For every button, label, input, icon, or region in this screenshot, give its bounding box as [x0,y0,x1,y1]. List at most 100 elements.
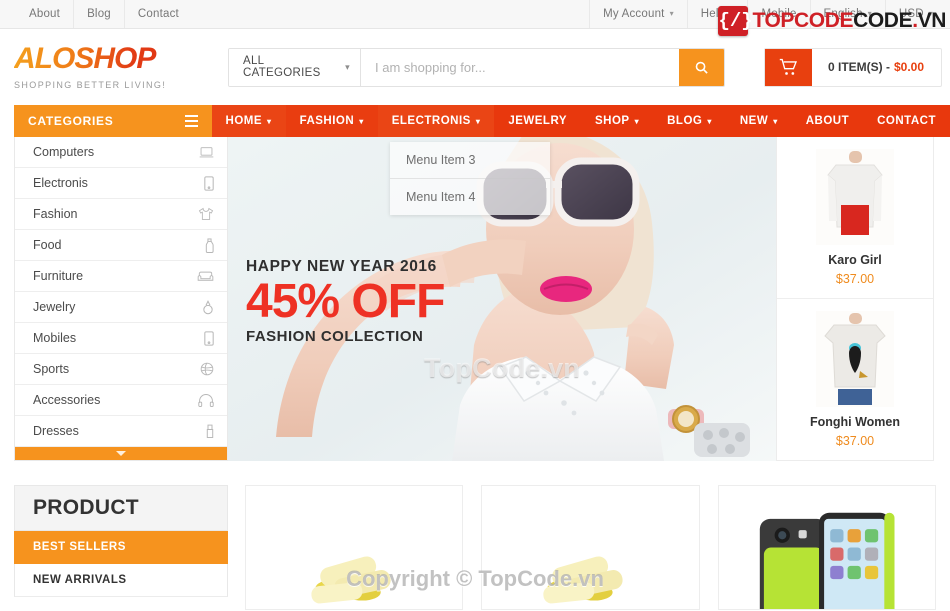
sidebar-item-mobiles-label: Mobiles [33,331,77,345]
topcode-watermark-vn: CODE [853,9,913,32]
mobile-icon [204,175,214,191]
product-image-karo-girl [816,149,894,245]
topcode-watermark-text: TOPCODECODE.VN [752,9,946,33]
featured-products-sidebar: Karo Girl $37.00 Fonghi Women $37.00 [776,137,934,461]
nav-item-jewelry-label: JEWELRY [508,115,568,127]
search-bar: ALL CATEGORIES ▾ [228,47,725,87]
tab-new-arrivals[interactable]: NEW ARRIVALS [14,564,228,597]
shopping-cart-icon [779,58,798,75]
sidebar-item-sports-label: Sports [33,362,70,376]
tshirt-icon [198,207,214,221]
nav-item-home-label: HOME [225,115,263,127]
karo-girl-thumbnail [816,149,894,245]
nav-item-contact-label: CONTACT [877,115,936,127]
main-navigation: HOME ▾ FASHION ▾ ELECTRONIS ▾ JEWELRY SH… [211,105,950,137]
cart-label: 0 ITEM(S) - $0.00 [812,49,941,86]
topbar-link-blog-label: Blog [87,8,111,20]
sidebar-item-mobiles[interactable]: Mobiles [15,323,227,354]
nav-item-shop-label: SHOP [595,115,630,127]
nav-item-blog-label: BLOG [667,115,703,127]
product-card[interactable] [245,485,464,610]
chevron-down-icon: ▾ [345,61,350,72]
topbar-link-about[interactable]: About [16,0,73,28]
nav-item-about-label: ABOUT [805,115,850,127]
dropdown-menu-item-3[interactable]: Menu Item 3 [390,142,550,179]
sidebar-item-fashion[interactable]: Fashion [15,199,227,230]
sidebar-item-food-label: Food [33,238,62,252]
search-icon [695,61,708,74]
hero-headline-top: HAPPY NEW YEAR 2016 [246,258,437,275]
logo-text: ALOSHOP [14,44,228,74]
nav-item-shop[interactable]: SHOP ▾ [581,105,653,137]
featured-product-card[interactable]: Karo Girl $37.00 [777,137,933,299]
hero-discount: 45% OFF [246,275,445,328]
sidebar-item-jewelry-label: Jewelry [33,300,76,314]
chevron-down-icon: ▾ [773,116,778,126]
product-image-yellow-tubes [246,486,463,609]
topcode-badge-icon: {/} [718,6,753,36]
tab-best-sellers[interactable]: BEST SELLERS [14,531,228,564]
topbar-link-my-account[interactable]: My Account ▾ [589,0,687,28]
nav-item-fashion[interactable]: FASHION ▾ [285,105,378,137]
cart-widget[interactable]: 0 ITEM(S) - $0.00 [764,47,943,87]
nav-item-fashion-label: FASHION [299,115,355,127]
sidebar-show-more-button[interactable] [15,447,227,460]
product-grid [245,485,936,610]
sidebar-item-electronis[interactable]: Electronis [15,168,227,199]
top-bar: About Blog Contact My Account ▾ Help ▾ M… [0,0,950,36]
topbar-link-contact[interactable]: Contact [123,0,192,28]
product-card[interactable] [481,485,700,610]
nav-item-blog[interactable]: BLOG ▾ [653,105,726,137]
nav-item-contact[interactable]: CONTACT [863,105,950,137]
chevron-down-icon: ▾ [707,116,712,126]
hero-banner[interactable]: Menu Item 3 Menu Item 4 HAPPY NEW YEAR 2… [228,137,776,461]
featured-product-card[interactable]: Fonghi Women $37.00 [777,299,933,460]
search-button[interactable] [679,48,724,86]
chevron-down-icon: ▾ [634,116,640,126]
hero-text-block: HAPPY NEW YEAR 2016 45% OFF FASHION COLL… [246,258,445,345]
cart-icon-button[interactable] [765,48,812,86]
sidebar-item-dresses[interactable]: Dresses [15,416,227,447]
product-section-sidebar: PRODUCT BEST SELLERS NEW ARRIVALS [14,485,228,610]
phone-icon [204,330,214,346]
sidebar-item-electronis-label: Electronis [33,176,88,190]
topcode-watermark-tld: VN [917,9,947,32]
product-card[interactable] [717,485,936,610]
dropdown-menu-item-4[interactable]: Menu Item 4 [390,179,550,215]
nav-row: CATEGORIES HOME ▾ FASHION ▾ ELECTRONIS ▾… [0,105,950,137]
nav-item-home[interactable]: HOME ▾ [211,105,286,137]
ball-icon [200,362,214,376]
nav-item-electronis-label: ELECTRONIS [391,115,471,127]
sidebar-item-computers[interactable]: Computers [15,137,227,168]
sidebar-item-accessories[interactable]: Accessories [15,385,227,416]
site-logo[interactable]: ALOSHOP SHOPPING BETTER LIVING! [0,44,228,91]
sidebar-item-furniture-label: Furniture [33,269,84,283]
categories-panel-header[interactable]: CATEGORIES [14,105,212,137]
sidebar-item-furniture[interactable]: Furniture [15,261,227,292]
search-category-select[interactable]: ALL CATEGORIES ▾ [229,48,361,86]
cart-total-price: $0.00 [894,60,925,74]
sidebar-item-jewelry[interactable]: Jewelry [15,292,227,323]
chevron-down-icon: ▾ [267,116,272,126]
nav-item-jewelry[interactable]: JEWELRY [494,105,581,137]
featured-product-price: $37.00 [835,434,875,448]
sidebar-item-sports[interactable]: Sports [15,354,227,385]
site-header: ALOSHOP SHOPPING BETTER LIVING! ALL CATE… [0,29,950,105]
laptop-icon [199,146,214,159]
sidebar-item-food[interactable]: Food [15,230,227,261]
chevron-down-icon: ▾ [359,116,364,126]
sidebar-item-accessories-label: Accessories [33,393,101,407]
hamburger-icon [184,115,198,127]
topbar-link-about-label: About [29,8,61,20]
fonghi-women-thumbnail [816,311,894,407]
topbar-link-contact-label: Contact [137,8,179,20]
search-category-label: ALL CATEGORIES [243,55,321,79]
nav-item-about[interactable]: ABOUT [792,105,863,137]
nav-item-electronis[interactable]: ELECTRONIS ▾ [377,105,495,137]
topbar-link-blog[interactable]: Blog [73,0,124,28]
sidebar-item-dresses-label: Dresses [33,424,79,438]
nav-item-new[interactable]: NEW ▾ [726,105,792,137]
chevron-down-icon: ▾ [669,9,674,18]
search-input[interactable] [361,48,679,86]
nav-dropdown-menu: Menu Item 3 Menu Item 4 [390,142,550,215]
